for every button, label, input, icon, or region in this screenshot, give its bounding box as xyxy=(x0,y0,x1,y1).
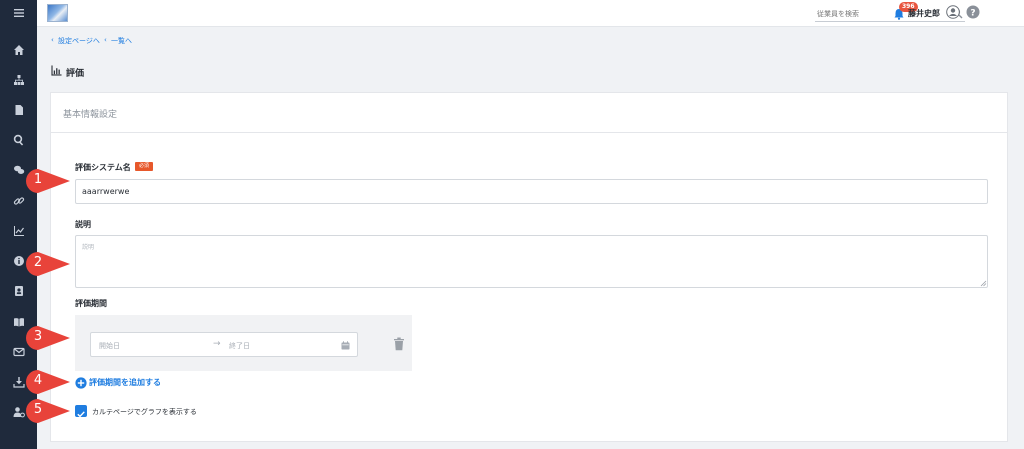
date-range-picker[interactable]: 開始日 → 終了日 xyxy=(90,332,358,357)
system-name-label: 評価システム名 xyxy=(75,163,131,172)
top-bar xyxy=(37,0,1024,27)
chevron-left-icon: ‹ xyxy=(104,36,107,44)
org-chart-icon[interactable] xyxy=(0,71,37,89)
annotation-marker: 5 xyxy=(26,399,70,423)
user-avatar-icon[interactable] xyxy=(946,5,960,19)
chart-icon xyxy=(51,65,62,76)
add-period-label: 評価期間を追加する xyxy=(89,378,161,387)
required-badge: 必須 xyxy=(135,162,154,171)
annotation-marker: 1 xyxy=(26,169,70,193)
card-title: 基本情報設定 xyxy=(63,110,118,120)
annotation-marker: 4 xyxy=(26,370,70,394)
page-title: 評価 xyxy=(66,69,85,79)
home-icon[interactable] xyxy=(0,41,37,59)
add-period-link[interactable]: 評価期間を追加する xyxy=(75,376,161,389)
show-graph-label: カルテページでグラフを表示する xyxy=(92,408,197,416)
description-textarea[interactable]: 説明 xyxy=(75,235,988,288)
annotation-marker: 2 xyxy=(26,252,70,276)
calendar-icon[interactable] xyxy=(341,341,350,350)
arrow-right-icon: → xyxy=(213,339,221,349)
employee-search xyxy=(815,6,965,22)
system-name-input[interactable]: aaarrwerwe xyxy=(75,179,988,204)
start-date-input[interactable]: 開始日 xyxy=(99,341,120,351)
trash-icon[interactable] xyxy=(393,337,405,351)
description-label: 説明 xyxy=(75,220,91,229)
resize-handle-icon[interactable] xyxy=(980,280,987,287)
help-icon[interactable]: ? xyxy=(966,5,980,19)
period-label: 評価期間 xyxy=(75,299,107,308)
user-name[interactable]: 藤井史郎 xyxy=(908,8,940,19)
svg-text:?: ? xyxy=(970,9,975,19)
annotation-marker: 3 xyxy=(26,326,70,350)
link-icon[interactable] xyxy=(0,192,37,210)
card-header: 基本情報設定 xyxy=(51,93,1007,133)
company-logo[interactable] xyxy=(47,4,68,22)
end-date-input[interactable]: 終了日 xyxy=(229,341,250,351)
breadcrumb-settings-link[interactable]: 設定ページへ xyxy=(58,36,100,46)
chart-icon[interactable] xyxy=(0,222,37,240)
chevron-left-icon: ‹ xyxy=(51,36,54,44)
search-icon[interactable] xyxy=(0,131,37,149)
document-icon[interactable] xyxy=(0,101,37,119)
contact-icon[interactable] xyxy=(0,282,37,300)
menu-icon[interactable] xyxy=(0,4,37,22)
breadcrumb-list-link[interactable]: 一覧へ xyxy=(111,36,132,46)
